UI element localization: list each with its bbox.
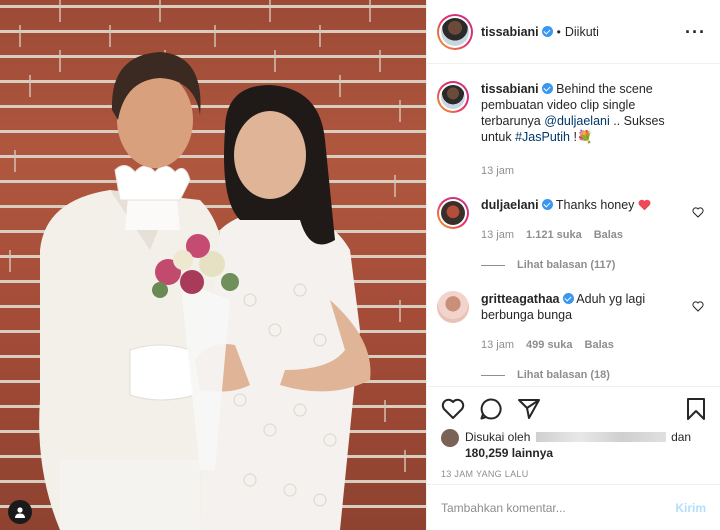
post-photo[interactable] xyxy=(0,0,426,530)
bouquet-emoji: 💐 xyxy=(576,130,593,144)
share-send-icon[interactable] xyxy=(517,398,541,420)
red-heart-emoji xyxy=(638,199,651,211)
header-separator: • xyxy=(556,24,561,39)
post-timestamp[interactable]: 13 JAM YANG LALU xyxy=(441,469,706,479)
comment-text: Thanks honey xyxy=(555,198,635,212)
like-heart-icon[interactable] xyxy=(441,398,465,420)
add-comment-bar: Tambahkan komentar... Kirim xyxy=(427,484,720,530)
caption-username[interactable]: tissabiani xyxy=(481,82,539,96)
verified-icon xyxy=(541,26,553,37)
follow-status-button[interactable]: Diikuti xyxy=(565,25,599,39)
caption-avatar[interactable] xyxy=(437,81,469,113)
view-replies-button[interactable]: Lihat balasan (117) xyxy=(481,259,706,271)
reply-button[interactable]: Balas xyxy=(585,337,614,353)
comment-input[interactable]: Tambahkan komentar... xyxy=(441,501,675,515)
bookmark-icon[interactable] xyxy=(686,397,706,421)
view-replies-button[interactable]: Lihat balasan (18) xyxy=(481,369,706,381)
likes-count[interactable]: 180,259 lainnya xyxy=(465,446,553,460)
user-icon xyxy=(15,507,25,518)
comments-list[interactable]: tissabiani Behind the scene pembuatan vi… xyxy=(427,65,720,385)
caption-mention-link[interactable]: @duljaelani xyxy=(544,114,610,128)
post-header: tissabiani • Diikuti ··· xyxy=(427,0,720,64)
more-options-icon[interactable]: ··· xyxy=(685,23,706,41)
likes-prefix: Disukai oleh xyxy=(465,430,531,444)
like-comment-icon[interactable] xyxy=(692,301,704,312)
liker-avatar[interactable] xyxy=(441,429,459,447)
comment-likes[interactable]: 499 suka xyxy=(526,337,572,353)
comment-username[interactable]: duljaelani xyxy=(481,198,539,212)
post-actions: Disukai oleh dan 180,259 lainnya 13 JAM … xyxy=(427,386,720,479)
caption: tissabiani Behind the scene pembuatan vi… xyxy=(437,81,706,179)
author-username[interactable]: tissabiani xyxy=(481,25,539,39)
caption-hashtag-link[interactable]: #JasPutih xyxy=(515,130,570,144)
comment-username[interactable]: gritteagathaa xyxy=(481,292,560,306)
commenter-avatar[interactable] xyxy=(437,197,469,229)
caption-time[interactable]: 13 jam xyxy=(481,163,514,179)
comment-time[interactable]: 13 jam xyxy=(481,337,514,353)
verified-icon xyxy=(541,199,553,210)
post-comment-button[interactable]: Kirim xyxy=(675,501,706,515)
verified-icon xyxy=(562,293,574,304)
likes-summary: Disukai oleh dan 180,259 lainnya xyxy=(441,429,706,461)
comment-item: gritteagathaa Aduh yg lagi berbunga bung… xyxy=(437,291,706,353)
verified-icon xyxy=(541,83,553,94)
author-avatar[interactable] xyxy=(437,13,473,50)
comment-likes[interactable]: 1.121 suka xyxy=(526,227,582,243)
blurred-username xyxy=(535,432,666,442)
comment-item: duljaelani Thanks honey 13 jam 1.121 suk… xyxy=(437,197,706,243)
likes-suffix: dan xyxy=(671,430,692,444)
comment-icon[interactable] xyxy=(479,397,503,421)
commenter-avatar[interactable] xyxy=(437,291,469,323)
comment-time[interactable]: 13 jam xyxy=(481,227,514,243)
post-sidebar: tissabiani • Diikuti ··· tissabiani Behi… xyxy=(426,0,720,530)
photo-illustration xyxy=(9,0,406,530)
reply-button[interactable]: Balas xyxy=(594,227,623,243)
like-comment-icon[interactable] xyxy=(692,207,704,218)
tagged-people-button[interactable] xyxy=(8,500,32,524)
